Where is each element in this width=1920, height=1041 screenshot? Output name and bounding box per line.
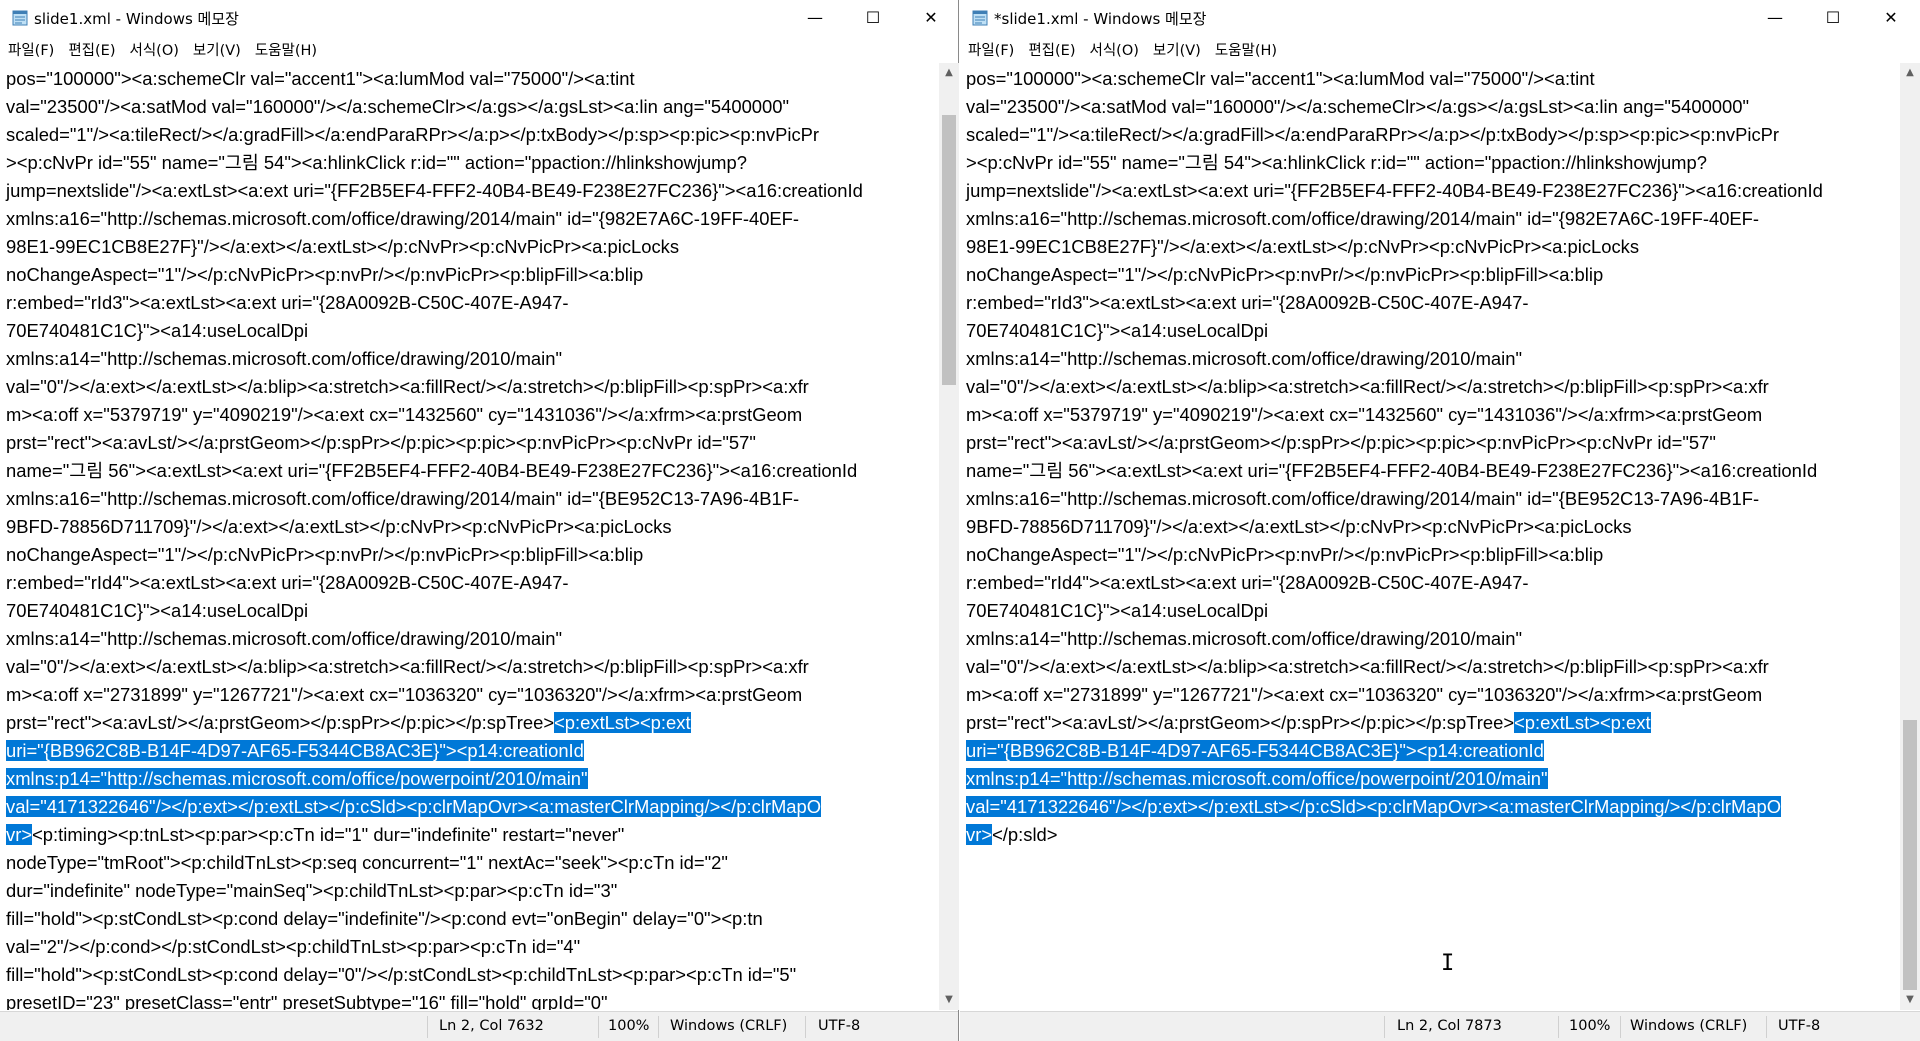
status-line-ending: Windows (CRLF)	[670, 1018, 788, 1034]
status-cursor-position: Ln 2, Col 7632	[439, 1018, 544, 1034]
status-cursor-position: Ln 2, Col 7873	[1397, 1018, 1502, 1034]
minimize-button[interactable]: —	[787, 0, 843, 36]
editor-text: pos="100000"><a:schemeClr val="accent1">…	[960, 63, 1900, 849]
notepad-icon	[12, 10, 28, 26]
status-separator	[805, 1016, 806, 1038]
status-zoom: 100%	[1569, 1018, 1611, 1034]
notepad-window-left: slide1.xml - Windows 메모장 — ☐ ✕ 파일(F) 편집(E…	[0, 0, 959, 1041]
close-button[interactable]: ✕	[1863, 0, 1919, 36]
status-separator	[598, 1016, 599, 1038]
text-editor[interactable]: pos="100000"><a:schemeClr val="accent1">…	[960, 63, 1900, 1010]
status-separator	[658, 1016, 659, 1038]
status-line-ending: Windows (CRLF)	[1630, 1018, 1748, 1034]
menu-format[interactable]: 서식(O)	[1083, 36, 1146, 60]
text-selection-prefix: prst="rect"><a:avLst/></a:prstGeom></p:s…	[966, 712, 1515, 733]
window-title: slide1.xml - Windows 메모장	[34, 10, 239, 28]
text-selection-prefix: prst="rect"><a:avLst/></a:prstGeom></p:s…	[6, 712, 555, 733]
scroll-down-arrow-icon[interactable]: ▼	[1900, 990, 1920, 1010]
status-separator	[1766, 1016, 1767, 1038]
minimize-button[interactable]: —	[1747, 0, 1803, 36]
title-bar[interactable]: *slide1.xml - Windows 메모장 — ☐ ✕	[960, 0, 1920, 36]
text-editor[interactable]: pos="100000"><a:schemeClr val="accent1">…	[0, 63, 939, 1010]
status-separator	[1558, 1016, 1559, 1038]
title-bar[interactable]: slide1.xml - Windows 메모장 — ☐ ✕	[0, 0, 958, 36]
menu-help[interactable]: 도움말(H)	[1208, 36, 1284, 60]
menu-view[interactable]: 보기(V)	[1146, 36, 1208, 60]
maximize-button[interactable]: ☐	[845, 0, 901, 36]
status-bar: Ln 2, Col 7873 100% Windows (CRLF) UTF-8	[960, 1011, 1920, 1041]
status-separator	[427, 1016, 428, 1038]
status-separator	[1620, 1016, 1621, 1038]
text-after-selection: nodeType="tmRoot"><p:childTnLst><p:seq c…	[6, 852, 797, 1010]
text-before-selection: pos="100000"><a:schemeClr val="accent1">…	[6, 68, 863, 705]
menu-bar: 파일(F) 편집(E) 서식(O) 보기(V) 도움말(H)	[960, 36, 1920, 62]
scrollbar-thumb[interactable]	[1903, 720, 1917, 990]
scroll-up-arrow-icon[interactable]: ▲	[1900, 63, 1920, 83]
menu-help[interactable]: 도움말(H)	[248, 36, 324, 60]
text-selection-suffix: <p:timing><p:tnLst><p:par><p:cTn id="1" …	[32, 824, 625, 845]
text-cursor-ibeam-icon: I	[1441, 951, 1455, 976]
window-title: *slide1.xml - Windows 메모장	[994, 10, 1207, 28]
menu-bar: 파일(F) 편집(E) 서식(O) 보기(V) 도움말(H)	[0, 36, 958, 62]
menu-view[interactable]: 보기(V)	[186, 36, 248, 60]
menu-edit[interactable]: 편집(E)	[1021, 36, 1082, 60]
vertical-scrollbar[interactable]: ▲ ▼	[939, 63, 959, 1010]
vertical-scrollbar[interactable]: ▲ ▼	[1900, 63, 1920, 1010]
scrollbar-thumb[interactable]	[942, 114, 956, 385]
status-zoom: 100%	[608, 1018, 650, 1034]
menu-file[interactable]: 파일(F)	[1, 36, 61, 60]
scroll-down-arrow-icon[interactable]: ▼	[939, 990, 959, 1010]
status-encoding: UTF-8	[1778, 1018, 1821, 1034]
status-separator	[1384, 1016, 1385, 1038]
editor-text: pos="100000"><a:schemeClr val="accent1">…	[0, 63, 939, 1010]
menu-edit[interactable]: 편집(E)	[61, 36, 122, 60]
maximize-button[interactable]: ☐	[1805, 0, 1861, 36]
status-encoding: UTF-8	[818, 1018, 861, 1034]
notepad-window-right: *slide1.xml - Windows 메모장 — ☐ ✕ 파일(F) 편집(…	[960, 0, 1920, 1041]
menu-format[interactable]: 서식(O)	[123, 36, 186, 60]
menu-file[interactable]: 파일(F)	[961, 36, 1021, 60]
status-bar: Ln 2, Col 7632 100% Windows (CRLF) UTF-8	[0, 1011, 958, 1041]
close-button[interactable]: ✕	[903, 0, 959, 36]
scroll-up-arrow-icon[interactable]: ▲	[939, 63, 959, 83]
notepad-icon	[972, 10, 988, 26]
text-selection-suffix: </p:sld>	[992, 824, 1058, 845]
text-before-selection: pos="100000"><a:schemeClr val="accent1">…	[966, 68, 1823, 705]
